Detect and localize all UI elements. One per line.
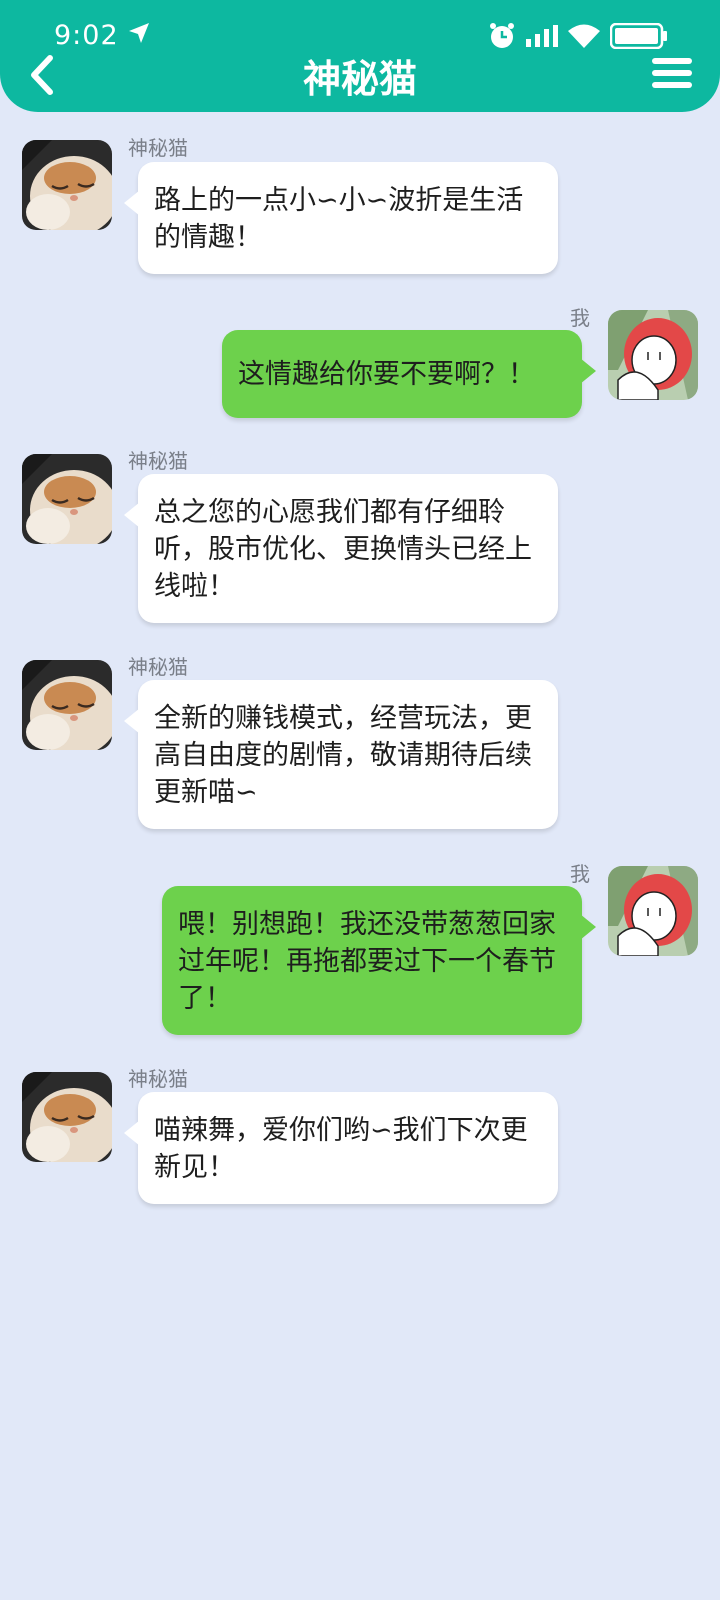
- my-avatar[interactable]: [608, 866, 698, 956]
- sender-name: 我: [570, 862, 590, 886]
- chat-header: 9:02 神秘猫: [0, 0, 720, 112]
- message-bubble[interactable]: 喂！别想跑！我还没带葱葱回家过年呢！再拖都要过下一个春节了！: [162, 886, 596, 1035]
- sender-name: 神秘猫: [128, 449, 188, 473]
- message-bubble[interactable]: 这情趣给你要不要啊？！: [222, 330, 596, 418]
- message-bubble[interactable]: 路上的一点小∽小∽波折是生活的情趣！: [124, 162, 558, 274]
- location-arrow-icon: [128, 22, 150, 48]
- sender-avatar[interactable]: [22, 140, 112, 230]
- menu-icon: [652, 58, 692, 64]
- sender-avatar[interactable]: [22, 1072, 112, 1162]
- menu-button[interactable]: [652, 58, 692, 94]
- message-bubble[interactable]: 喵辣舞，爱你们哟∽我们下次更新见！: [124, 1092, 558, 1204]
- sender-name: 神秘猫: [128, 136, 188, 160]
- chat-title: 神秘猫: [302, 57, 417, 101]
- sender-name: 神秘猫: [128, 1067, 188, 1091]
- status-time: 9:02: [54, 20, 119, 51]
- sender-name: 我: [570, 306, 590, 330]
- sender-name: 神秘猫: [128, 655, 188, 679]
- message-bubble[interactable]: 总之您的心愿我们都有仔细聆听，股市优化、更换情头已经上线啦！: [124, 474, 558, 623]
- message-bubble[interactable]: 全新的赚钱模式，经营玩法，更高自由度的剧情，敬请期待后续更新喵∽: [124, 680, 558, 829]
- sender-avatar[interactable]: [22, 454, 112, 544]
- sender-avatar[interactable]: [22, 660, 112, 750]
- my-avatar[interactable]: [608, 310, 698, 400]
